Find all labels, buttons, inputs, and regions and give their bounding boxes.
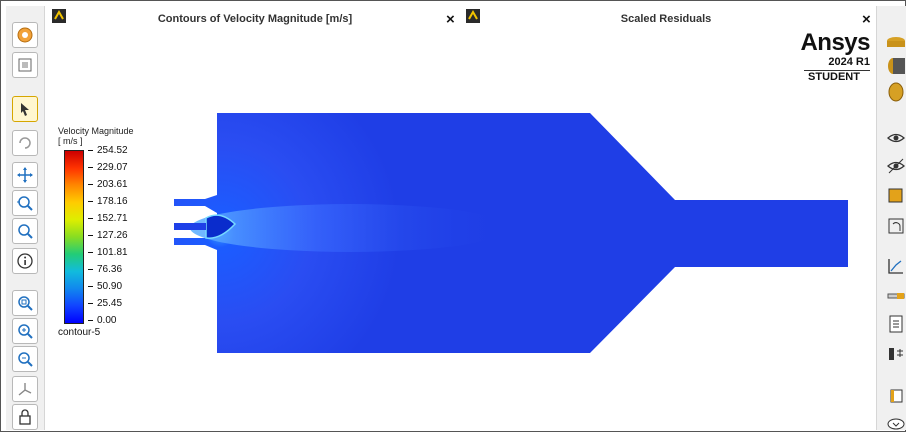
tab-residuals-close-icon[interactable]: × bbox=[862, 11, 871, 28]
legend-tick: 25.45 bbox=[88, 298, 122, 309]
copy-icon[interactable] bbox=[884, 384, 906, 408]
eye-icon[interactable] bbox=[884, 126, 906, 150]
box-icon[interactable] bbox=[884, 184, 906, 208]
zoom-in-icon[interactable] bbox=[12, 190, 38, 216]
tab-app-icon-2 bbox=[466, 9, 480, 23]
legend: Velocity Magnitude [ m/s ] bbox=[58, 126, 134, 146]
slider-icon[interactable] bbox=[884, 284, 906, 308]
edition-text: STUDENT bbox=[808, 71, 860, 83]
legend-tick: 152.71 bbox=[88, 213, 128, 224]
document-icon[interactable] bbox=[884, 312, 906, 336]
view-top-icon[interactable] bbox=[884, 32, 906, 56]
view-front-icon[interactable] bbox=[884, 80, 906, 104]
tab-contours-close-icon[interactable]: × bbox=[446, 11, 455, 28]
select-pointer-icon[interactable] bbox=[12, 96, 38, 122]
jet-plume bbox=[190, 204, 510, 252]
bar-icon[interactable] bbox=[884, 342, 906, 366]
settings-icon[interactable] bbox=[12, 22, 38, 48]
chart-icon[interactable] bbox=[884, 254, 906, 278]
legend-title: Velocity Magnitude bbox=[58, 126, 134, 136]
pan-icon[interactable] bbox=[12, 162, 38, 188]
inlet-core bbox=[174, 223, 206, 230]
eye-hidden-icon[interactable] bbox=[884, 154, 906, 178]
legend-tick: 50.90 bbox=[88, 281, 122, 292]
rotate-icon[interactable] bbox=[12, 130, 38, 156]
axes-icon[interactable] bbox=[12, 376, 38, 402]
legend-tick: 101.81 bbox=[88, 247, 128, 258]
logo-text: Ansys bbox=[800, 29, 870, 56]
legend-tick: 76.36 bbox=[88, 264, 122, 275]
legend-tick: 178.16 bbox=[88, 196, 128, 207]
rotate-back-icon[interactable] bbox=[884, 214, 906, 238]
ansys-logo: Ansys 2024 R1 STUDENT bbox=[798, 29, 870, 84]
tab-app-icon bbox=[52, 9, 66, 23]
legend-tick: 229.07 bbox=[88, 162, 128, 173]
legend-tick: 127.26 bbox=[88, 230, 128, 241]
tab-contours-title: Contours of Velocity Magnitude [m/s] bbox=[157, 13, 353, 25]
zoom-fit-icon[interactable] bbox=[12, 290, 38, 316]
legend-colorbar bbox=[64, 150, 84, 324]
zoom-box-icon[interactable] bbox=[12, 218, 38, 244]
view-left-icon[interactable] bbox=[884, 54, 906, 78]
zoom-out-magnifier-icon[interactable] bbox=[12, 346, 38, 372]
legend-tick: 203.61 bbox=[88, 179, 128, 190]
legend-tick: 254.52 bbox=[88, 145, 128, 156]
fit-window-icon[interactable] bbox=[12, 52, 38, 78]
info-icon[interactable] bbox=[12, 248, 38, 274]
more-icon[interactable] bbox=[884, 412, 906, 436]
left-toolbar bbox=[6, 6, 45, 430]
tab-contours[interactable]: Contours of Velocity Magnitude [m/s] bbox=[70, 7, 440, 31]
lock-icon[interactable] bbox=[12, 404, 38, 430]
zoom-in-magnifier-icon[interactable] bbox=[12, 318, 38, 344]
legend-footer: contour-5 bbox=[58, 327, 101, 338]
tab-scaled-residuals[interactable]: Scaled Residuals bbox=[486, 7, 846, 31]
legend-tick: 0.00 bbox=[88, 315, 116, 326]
tab-residuals-title: Scaled Residuals bbox=[620, 13, 712, 25]
contour-plot[interactable] bbox=[160, 100, 860, 365]
version-text: 2024 R1 bbox=[828, 56, 870, 68]
